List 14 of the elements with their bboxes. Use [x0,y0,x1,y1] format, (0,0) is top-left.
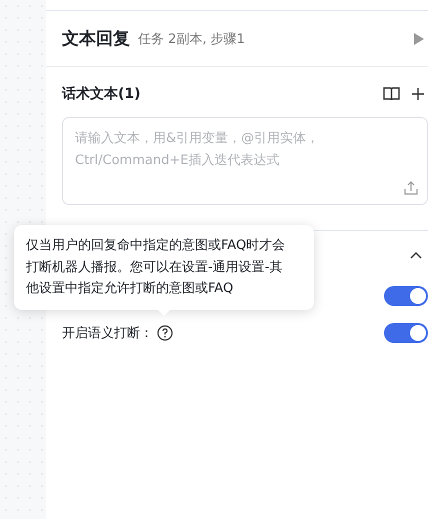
chevron-icon[interactable] [410,251,422,259]
book-icon[interactable] [383,87,400,101]
toggle-switch[interactable] [384,322,428,342]
text-input-field[interactable]: 请输入文本，用&引用变量，@引用实体，Ctrl/Command+E插入迭代表达式 [62,117,428,205]
toggle-switch[interactable] [384,286,428,306]
setting-label: 开启语义打断： [62,324,153,342]
upload-icon[interactable] [404,181,418,195]
add-icon[interactable] [412,88,424,100]
section-title: 话术文本(1) [62,85,141,103]
play-icon[interactable] [414,32,424,44]
panel-subtitle: 任务 2副本, 步骤1 [138,30,246,48]
panel-title: 文本回复 [62,28,130,50]
tooltip-text: 仅当用户的回复命中指定的意图或FAQ时才会打断机器人播报。您可以在设置-通用设置-其他设置中指定允许打断的意图或FAQ [26,238,286,296]
help-icon[interactable] [157,324,173,340]
